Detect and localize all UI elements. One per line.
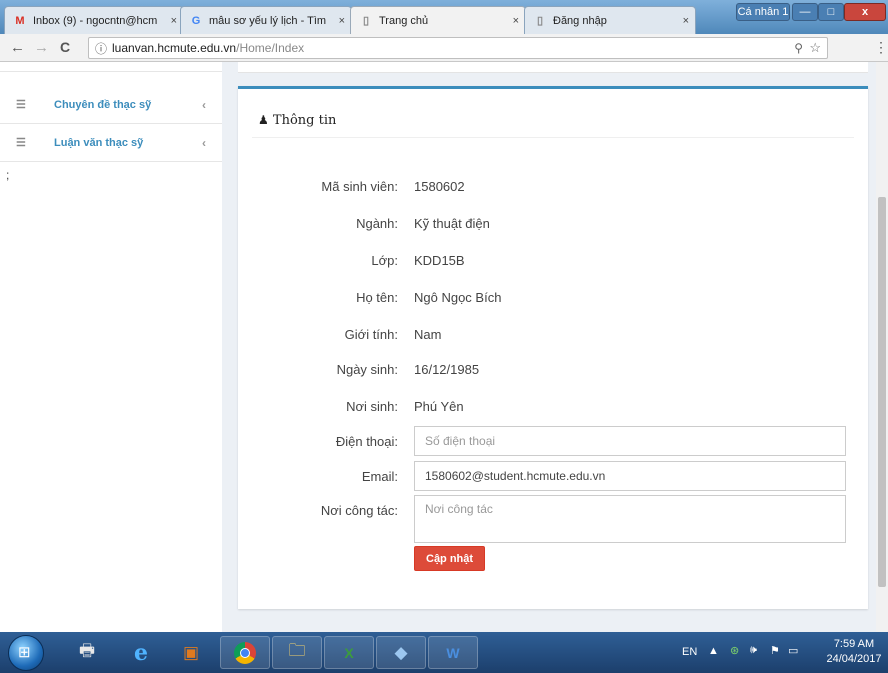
- url-host: luanvan.hcmute.edu.vn: [112, 41, 237, 55]
- field-value: 16/12/1985: [414, 362, 480, 377]
- back-icon[interactable]: ←: [10, 39, 25, 56]
- tray-expand-icon[interactable]: ▲: [708, 645, 719, 657]
- info-card: ♟ Thông tin Mã sinh viên: 1580602 Ngành:…: [238, 86, 868, 609]
- stray-text: ;: [6, 168, 10, 182]
- tab-close-icon[interactable]: ×: [683, 15, 689, 27]
- close-window-button[interactable]: x: [844, 3, 886, 21]
- tab-close-icon[interactable]: ×: [513, 15, 519, 27]
- address-bar: ← → C ⓘ luanvan.hcmute.edu.vn /Home/Inde…: [0, 34, 888, 62]
- scrollbar-thumb[interactable]: [878, 197, 886, 587]
- chevron-left-icon: ‹: [202, 135, 206, 150]
- menu-icon[interactable]: ⋮: [874, 39, 888, 56]
- field-label: Họ tên:: [356, 290, 398, 305]
- chevron-left-icon: ‹: [202, 97, 206, 112]
- chrome-icon[interactable]: [220, 636, 270, 669]
- workplace-textarea[interactable]: [414, 495, 846, 543]
- tab-label: Trang chủ: [379, 14, 429, 27]
- flag-icon[interactable]: ⚑: [770, 644, 780, 657]
- browser-tab-strip: M Inbox (9) - ngocntn@hcm × G mẫu sơ yếu…: [0, 0, 888, 34]
- email-input[interactable]: [414, 461, 846, 491]
- chrome-logo: [234, 641, 256, 664]
- field-label: Ngành:: [356, 216, 398, 231]
- field-label: Nơi sinh:: [346, 399, 398, 414]
- card-title: ♟ Thông tin: [258, 113, 336, 128]
- field-label: Ngày sinh:: [336, 362, 398, 377]
- maximize-button[interactable]: □: [818, 3, 844, 21]
- sidebar-item-cut[interactable]: [0, 62, 222, 72]
- tab-close-icon[interactable]: ×: [339, 15, 345, 27]
- field-label: Email:: [361, 469, 398, 484]
- tab-label: mẫu sơ yếu lý lịch - Tìm: [209, 14, 327, 27]
- field-value: Nam: [414, 327, 442, 342]
- network-icon[interactable]: ⊛: [730, 644, 739, 657]
- tab-close-icon[interactable]: ×: [171, 15, 177, 27]
- tab-inbox[interactable]: M Inbox (9) - ngocntn@hcm ×: [4, 6, 184, 34]
- minimize-button[interactable]: —: [792, 3, 818, 21]
- field-value: Kỹ thuật điện: [414, 216, 490, 231]
- card-title-text: Thông tin: [272, 113, 337, 128]
- gmail-icon: M: [15, 14, 25, 27]
- excel-icon[interactable]: X: [324, 636, 374, 669]
- printer-app-icon[interactable]: 🖶: [62, 636, 112, 669]
- top-box: [238, 62, 868, 73]
- tab-label: Inbox (9) - ngocntn@hcm: [33, 14, 158, 27]
- taskbar: ⊞ 🖶 e ▣ 🗀 X ◆ W EN ▲ ⊛ 🕪 ⚑ ▭ 7:59 AM 24/…: [0, 632, 888, 673]
- start-button[interactable]: ⊞: [8, 635, 44, 671]
- profile-button[interactable]: Cá nhân 1: [736, 3, 790, 21]
- sidebar-item-label: Luận văn thạc sỹ: [54, 136, 144, 149]
- file-explorer-icon[interactable]: 🗀: [272, 636, 322, 669]
- notes-app-icon[interactable]: ◆: [376, 636, 426, 669]
- list-icon: ☰: [16, 99, 26, 111]
- key-icon[interactable]: ⚲: [794, 41, 803, 55]
- clock-time[interactable]: 7:59 AM: [826, 638, 882, 650]
- volume-icon[interactable]: 🕪: [750, 644, 757, 657]
- tab-search[interactable]: G mẫu sơ yếu lý lịch - Tìm ×: [180, 6, 352, 34]
- field-label: Điện thoại:: [335, 434, 398, 449]
- tab-home[interactable]: ▯ Trang chủ ×: [350, 6, 526, 34]
- page-icon: ▯: [536, 15, 544, 27]
- update-button[interactable]: Cập nhật: [414, 546, 486, 571]
- reload-icon[interactable]: C: [60, 39, 70, 55]
- media-player-icon[interactable]: ▣: [166, 636, 216, 669]
- language-indicator[interactable]: EN: [682, 646, 697, 658]
- sidebar-item-master-topics[interactable]: ☰ Chuyên đề thạc sỹ ‹: [0, 86, 222, 124]
- field-value: 1580602: [414, 179, 465, 194]
- word-icon[interactable]: W: [428, 636, 478, 669]
- field-label: Giới tính:: [344, 327, 398, 342]
- sidebar: ☰ Chuyên đề thạc sỹ ‹ ☰ Luận văn thạc sỹ…: [0, 62, 222, 632]
- list-icon: ☰: [16, 137, 26, 149]
- info-icon[interactable]: ⓘ: [95, 40, 107, 57]
- divider: [252, 137, 854, 138]
- field-value: KDD15B: [414, 253, 465, 268]
- page-icon: ▯: [362, 15, 370, 27]
- internet-explorer-icon[interactable]: e: [116, 636, 166, 669]
- tab-label: Đăng nhập: [553, 14, 607, 27]
- sidebar-item-master-thesis[interactable]: ☰ Luận văn thạc sỹ ‹: [0, 124, 222, 162]
- forward-icon[interactable]: →: [34, 39, 49, 56]
- field-value: Phú Yên: [414, 399, 464, 414]
- star-icon[interactable]: ☆: [809, 40, 821, 56]
- field-label: Nơi công tác:: [320, 503, 398, 518]
- url-path: /Home/Index: [236, 41, 305, 55]
- google-icon: G: [191, 14, 201, 27]
- windows-logo-icon: ⊞: [18, 644, 31, 661]
- field-value: Ngô Ngọc Bích: [414, 290, 502, 305]
- sidebar-item-label: Chuyên đề thạc sỹ: [54, 98, 152, 111]
- battery-icon[interactable]: ▭: [788, 644, 798, 657]
- clock-date[interactable]: 24/04/2017: [822, 653, 886, 665]
- user-icon: ♟: [258, 113, 269, 127]
- url-input[interactable]: ⓘ luanvan.hcmute.edu.vn /Home/Index ⚲ ☆: [88, 37, 828, 59]
- page-scrollbar[interactable]: [876, 62, 888, 632]
- system-tray: EN ▲ ⊛ 🕪 ⚑ ▭ 7:59 AM 24/04/2017: [678, 632, 888, 673]
- tab-login[interactable]: ▯ Đăng nhập ×: [524, 6, 696, 34]
- phone-input[interactable]: [414, 426, 846, 456]
- field-label: Lớp:: [371, 253, 398, 268]
- field-label: Mã sinh viên:: [321, 179, 398, 194]
